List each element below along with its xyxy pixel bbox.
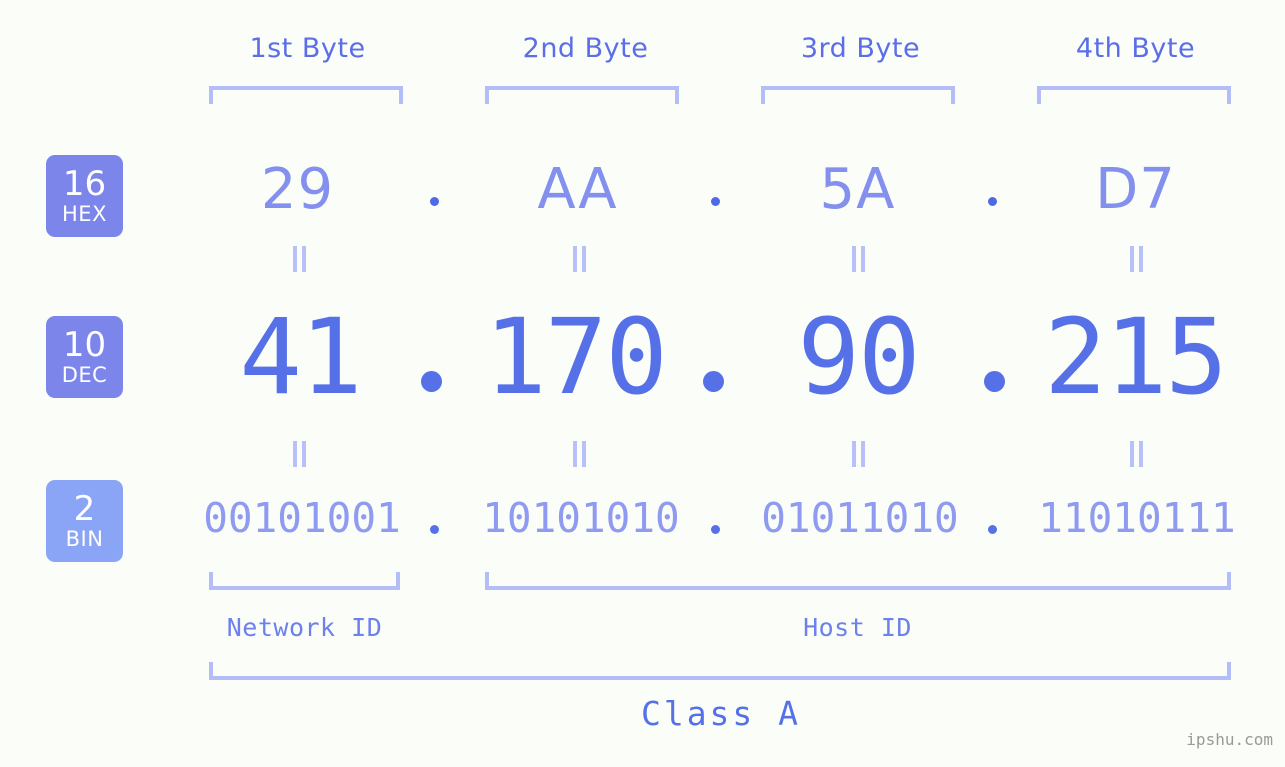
byte-bracket-1 bbox=[209, 86, 403, 104]
base-badge-hex-number: 16 bbox=[62, 164, 107, 204]
bin-separator-dot-3 bbox=[988, 525, 997, 534]
equals-icon-dec-bin-2 bbox=[571, 441, 588, 467]
dec-separator-dot-1 bbox=[421, 371, 442, 392]
bin-octet-2: 10101010 bbox=[482, 494, 680, 542]
dec-octet-1: 41 bbox=[239, 296, 362, 418]
equals-icon-hex-dec-3 bbox=[850, 246, 867, 272]
bin-octet-4: 11010111 bbox=[1038, 494, 1236, 542]
hex-separator-dot-1 bbox=[430, 197, 439, 206]
byte-bracket-2 bbox=[485, 86, 679, 104]
class-bracket bbox=[209, 662, 1231, 680]
dec-octet-3: 90 bbox=[797, 296, 920, 418]
hex-separator-dot-3 bbox=[988, 197, 997, 206]
dec-separator-dot-2 bbox=[703, 371, 724, 392]
equals-icon-dec-bin-3 bbox=[850, 441, 867, 467]
base-badge-dec-name: DEC bbox=[61, 363, 108, 387]
byte-header-1: 1st Byte bbox=[249, 33, 366, 64]
base-badge-hex-name: HEX bbox=[62, 202, 107, 226]
byte-header-4: 4th Byte bbox=[1075, 33, 1196, 64]
bin-octet-1: 00101001 bbox=[203, 494, 401, 542]
dec-separator-dot-3 bbox=[984, 371, 1005, 392]
bin-octet-3: 01011010 bbox=[761, 494, 959, 542]
base-badge-bin-name: BIN bbox=[65, 527, 104, 551]
base-badge-dec-number: 10 bbox=[62, 325, 107, 365]
base-badge-bin: 2 BIN bbox=[46, 480, 123, 562]
site-watermark: ipshu.com bbox=[1186, 730, 1273, 749]
byte-header-3: 3rd Byte bbox=[800, 33, 921, 64]
hex-separator-dot-2 bbox=[711, 197, 720, 206]
equals-icon-hex-dec-1 bbox=[291, 246, 308, 272]
class-label: Class A bbox=[640, 694, 802, 733]
host-id-label: Host ID bbox=[803, 613, 912, 642]
dec-octet-2: 170 bbox=[484, 296, 668, 418]
equals-icon-hex-dec-4 bbox=[1128, 246, 1145, 272]
equals-icon-dec-bin-4 bbox=[1128, 441, 1145, 467]
equals-icon-dec-bin-1 bbox=[291, 441, 308, 467]
base-badge-bin-number: 2 bbox=[73, 489, 96, 529]
bin-separator-dot-2 bbox=[711, 525, 720, 534]
base-badge-dec: 10 DEC bbox=[46, 316, 123, 398]
hex-octet-1: 29 bbox=[260, 157, 335, 222]
hex-octet-3: 5A bbox=[819, 157, 896, 222]
equals-icon-hex-dec-2 bbox=[571, 246, 588, 272]
network-id-label: Network ID bbox=[226, 613, 383, 642]
byte-bracket-3 bbox=[761, 86, 955, 104]
host-id-bracket bbox=[485, 572, 1231, 590]
base-badge-hex: 16 HEX bbox=[46, 155, 123, 237]
hex-octet-2: AA bbox=[537, 157, 618, 222]
ip-address-breakdown-diagram: 1st Byte 2nd Byte 3rd Byte 4th Byte 16 H… bbox=[0, 0, 1285, 767]
byte-header-2: 2nd Byte bbox=[522, 33, 649, 64]
bin-separator-dot-1 bbox=[430, 525, 439, 534]
byte-bracket-4 bbox=[1037, 86, 1231, 104]
network-id-bracket bbox=[209, 572, 400, 590]
hex-octet-4: D7 bbox=[1095, 157, 1176, 222]
dec-octet-4: 215 bbox=[1044, 296, 1228, 418]
